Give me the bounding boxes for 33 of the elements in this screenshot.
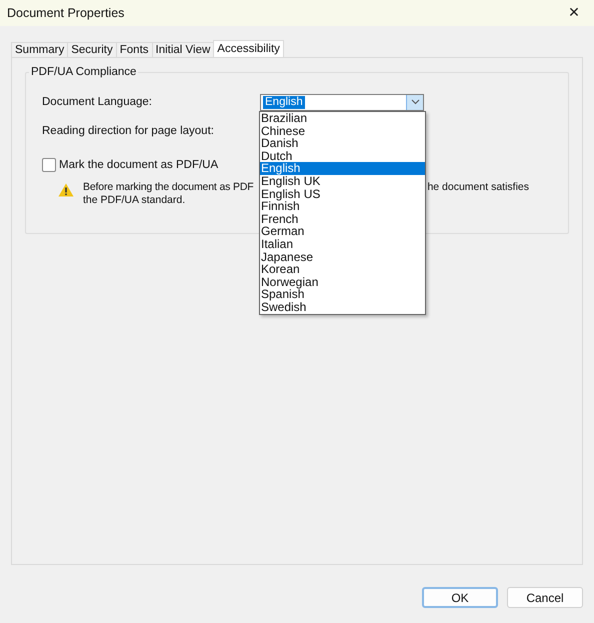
close-button[interactable]: ✕: [554, 0, 594, 26]
field-label: Reading direction for page layout:: [42, 125, 215, 137]
language-option[interactable]: German: [260, 225, 425, 238]
language-option[interactable]: Finnish: [260, 200, 425, 213]
language-option[interactable]: Swedish: [260, 300, 425, 314]
language-option[interactable]: Dutch: [260, 150, 425, 162]
language-option[interactable]: English UK: [260, 174, 425, 188]
language-option[interactable]: French: [260, 212, 425, 226]
language-option[interactable]: Brazilian: [260, 112, 425, 125]
language-option[interactable]: Chinese: [260, 124, 425, 138]
cancel-button[interactable]: Cancel: [507, 587, 583, 608]
language-option[interactable]: Korean: [260, 263, 425, 276]
warning-text: Before marking the document as PDF: [83, 181, 254, 194]
window-title: Document Properties: [7, 6, 124, 20]
language-option[interactable]: Norwegian: [260, 276, 425, 288]
field-label: Document Language:: [42, 96, 153, 108]
group-title: PDF/UA Compliance: [29, 66, 138, 78]
language-option[interactable]: Japanese: [260, 250, 425, 264]
language-option[interactable]: Italian: [260, 238, 425, 251]
language-option[interactable]: Spanish: [260, 288, 425, 301]
warning-icon: [58, 183, 74, 197]
tab[interactable]: Security: [67, 42, 117, 57]
language-option[interactable]: Danish: [260, 137, 425, 150]
tab[interactable]: Accessibility: [213, 40, 284, 57]
tab[interactable]: Summary: [11, 42, 68, 57]
language-option[interactable]: English US: [260, 188, 425, 200]
ok-button[interactable]: OK: [422, 587, 498, 608]
language-dropdown[interactable]: English: [260, 94, 424, 110]
chevron-down-icon[interactable]: [406, 94, 423, 110]
pdfua-checkbox[interactable]: Mark the document as PDF/UA: [42, 158, 218, 172]
warning-text: the PDF/UA standard.: [83, 194, 186, 207]
warning-text: he document satisfies: [427, 181, 529, 194]
language-option[interactable]: English: [260, 162, 425, 175]
